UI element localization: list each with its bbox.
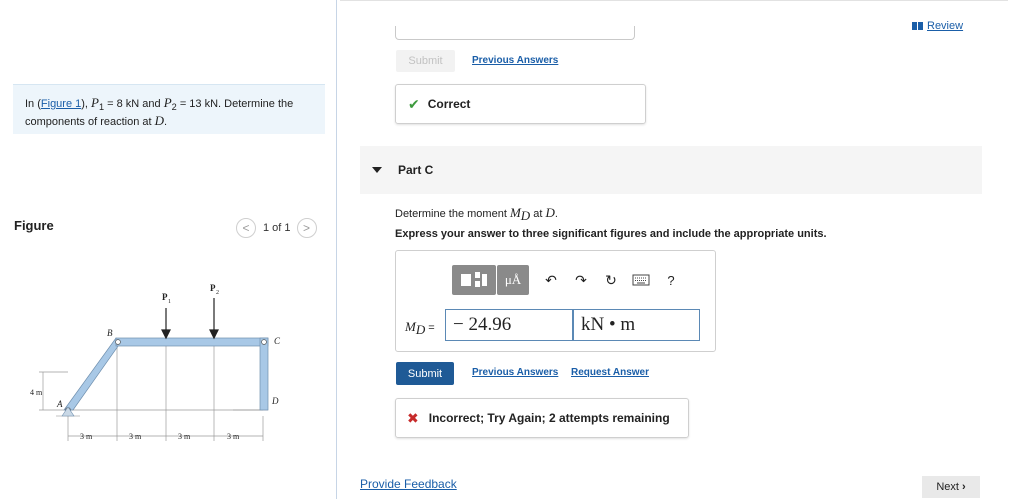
label-a: A [56, 399, 63, 409]
label-height: 4 m [30, 388, 43, 397]
part-b-previous-answers-link[interactable]: Previous Answers [472, 55, 558, 66]
label-dim-4: 3 m [227, 432, 240, 441]
reset-icon[interactable]: ↻ [597, 265, 625, 295]
part-c-previous-answers-link[interactable]: Previous Answers [472, 367, 558, 378]
joint-c [261, 339, 267, 345]
x-icon: ✖ [407, 409, 419, 426]
ground-hatch [56, 409, 268, 417]
redo-icon[interactable]: ↷ [567, 265, 595, 295]
undo-icon[interactable]: ↶ [537, 265, 565, 295]
part-c-question: Determine the moment MD at D. [395, 205, 558, 224]
correct-feedback: ✔ Correct [395, 84, 646, 124]
label-b: B [107, 328, 113, 338]
checkmark-icon: ✔ [408, 95, 420, 112]
part-c-instruction: Express your answer to three significant… [395, 228, 827, 240]
pager-label: 1 of 1 [263, 222, 291, 234]
chevron-left-icon: < [242, 221, 250, 235]
top-rule [340, 0, 1008, 1]
label-d: D [271, 396, 279, 406]
next-figure-button[interactable]: > [296, 218, 317, 238]
label-p2-sub: 2 [216, 290, 219, 296]
keyboard-icon[interactable] [627, 265, 655, 295]
review-icon [912, 22, 923, 30]
figure-pager: < 1 of 1 > [236, 218, 317, 238]
label-dim-2: 3 m [129, 432, 142, 441]
label-dim-3: 3 m [178, 432, 191, 441]
template-button[interactable] [452, 265, 496, 295]
review-link[interactable]: Review [912, 20, 963, 32]
part-c-header[interactable]: Part C [360, 146, 982, 194]
chevron-right-icon: › [961, 481, 966, 493]
figure-link[interactable]: Figure 1 [41, 98, 81, 110]
figure-title: Figure [14, 218, 54, 233]
next-button[interactable]: Next › [922, 476, 980, 498]
prev-figure-button[interactable]: < [236, 218, 256, 238]
part-c-submit-button[interactable]: Submit [396, 362, 454, 385]
answer-value-input[interactable]: − 24.96 [445, 309, 573, 341]
caret-down-icon [372, 167, 382, 173]
previous-answer-box [395, 26, 635, 40]
request-answer-link[interactable]: Request Answer [571, 367, 649, 378]
label-dim-1: 3 m [80, 432, 93, 441]
panel-divider [336, 0, 337, 499]
member-cd [259, 337, 269, 411]
incorrect-feedback: ✖ Incorrect; Try Again; 2 attempts remai… [395, 398, 689, 438]
templates-icon [461, 272, 487, 287]
math-toolbar: μÅ ↶ ↷ ↻ ? [452, 265, 685, 295]
label-c: C [274, 336, 281, 346]
units-button[interactable]: μÅ [497, 265, 529, 295]
label-p1-sub: 1 [168, 299, 171, 305]
left-panel: In (Figure 1), P1 = 8 kN and P2 = 13 kN.… [0, 0, 336, 499]
part-b-submit-button[interactable]: Submit [396, 50, 455, 72]
joint-b [115, 339, 121, 345]
answer-unit-input[interactable]: kN • m [573, 309, 700, 341]
provide-feedback-link[interactable]: Provide Feedback [360, 477, 457, 491]
problem-statement: In (Figure 1), P1 = 8 kN and P2 = 13 kN.… [13, 84, 325, 134]
help-icon[interactable]: ? [657, 265, 685, 295]
member-ab [63, 337, 122, 411]
answer-label: MD = [405, 319, 435, 338]
member-bc [115, 337, 269, 347]
frame-figure: P 1 P 2 B C A D 4 m 3 m 3 m 3 m 3 m [30, 283, 281, 441]
answer-box: μÅ ↶ ↷ ↻ ? MD = − 24.96 kN • m [395, 250, 716, 352]
chevron-right-icon: > [303, 221, 311, 235]
